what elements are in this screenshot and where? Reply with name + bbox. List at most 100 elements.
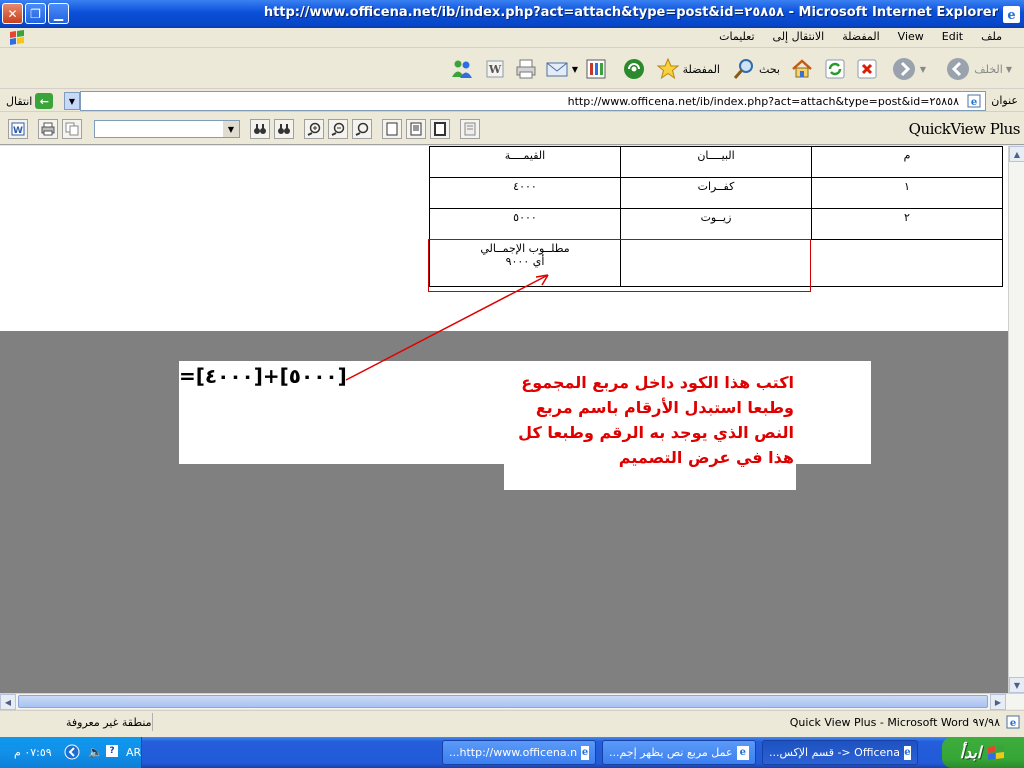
go-label: انتقال bbox=[6, 94, 33, 108]
binoculars-icon bbox=[254, 124, 266, 134]
home-icon bbox=[792, 59, 812, 78]
stop-icon bbox=[857, 59, 877, 79]
messenger-icon bbox=[452, 60, 472, 78]
menu-go[interactable]: الانتقال إلى bbox=[771, 30, 827, 43]
forward-button[interactable]: ▼ bbox=[891, 55, 926, 83]
menu-file[interactable]: ملف bbox=[979, 30, 1004, 43]
scroll-down-icon[interactable]: ▼ bbox=[1009, 677, 1024, 693]
copy-icon bbox=[65, 122, 79, 136]
go-button[interactable]: انتقال ← bbox=[6, 93, 54, 109]
zoom-out-icon bbox=[331, 122, 345, 136]
help-icon[interactable]: ? bbox=[106, 745, 118, 757]
zoom-out-button[interactable] bbox=[328, 119, 348, 139]
view-page-button[interactable] bbox=[406, 119, 426, 139]
menu-help[interactable]: تعليمات bbox=[717, 30, 756, 43]
font-select[interactable]: ▼ bbox=[94, 120, 240, 138]
task-item[interactable]: e http://www.officena.n... bbox=[442, 740, 596, 765]
zoom-fit-button[interactable] bbox=[352, 119, 372, 139]
start-label: ابدأ bbox=[959, 743, 982, 762]
ie-logo-icon: e bbox=[1003, 6, 1020, 23]
status-divider bbox=[152, 713, 153, 731]
go-arrow-icon: ← bbox=[35, 93, 54, 109]
minimize-button[interactable]: ▁ bbox=[48, 3, 69, 24]
back-button[interactable]: الخلف ▼ bbox=[945, 55, 1012, 83]
media-icon bbox=[624, 59, 644, 79]
history-icon bbox=[586, 59, 606, 79]
language-indicator[interactable]: AR bbox=[126, 746, 141, 759]
address-url: http://www.officena.net/ib/index.php?act… bbox=[567, 95, 959, 108]
address-dropdown[interactable]: ▼ bbox=[64, 92, 80, 110]
ie-task-icon: e bbox=[581, 745, 589, 760]
menu-view[interactable]: View bbox=[896, 30, 926, 43]
svg-text:e: e bbox=[1010, 718, 1016, 729]
maximize-button[interactable]: ❐ bbox=[25, 3, 46, 24]
qv-copy-button[interactable] bbox=[62, 119, 82, 139]
refresh-icon bbox=[825, 59, 845, 79]
page-full-icon bbox=[434, 122, 446, 136]
print-button[interactable] bbox=[514, 55, 538, 83]
view-fullpage-button[interactable] bbox=[430, 119, 450, 139]
page-status-icon: e bbox=[1006, 715, 1020, 729]
address-bar: عنوان e http://www.officena.net/ib/index… bbox=[0, 90, 1024, 112]
mail-button[interactable]: ▼ bbox=[545, 55, 578, 83]
page-layout-icon bbox=[410, 122, 422, 136]
clock: ٠٧:٥٩ م bbox=[14, 746, 52, 759]
vertical-scrollbar[interactable]: ▲ ▼ bbox=[1008, 146, 1024, 693]
address-input[interactable]: e http://www.officena.net/ib/index.php?a… bbox=[80, 91, 986, 111]
title-bar: ✕ ❐ ▁ http://www.officena.net/ib/index.p… bbox=[0, 0, 1024, 28]
task-label: عمل مربع نص يظهر إجم... bbox=[609, 746, 733, 759]
chevron-icon[interactable] bbox=[64, 744, 80, 760]
refresh-button[interactable] bbox=[824, 55, 846, 83]
task-item[interactable]: e عمل مربع نص يظهر إجم... bbox=[602, 740, 756, 765]
taskbar: ٠٧:٥٩ م 🔈 ? AR e http://www.officena.n..… bbox=[0, 737, 1024, 768]
svg-text:e: e bbox=[971, 97, 977, 108]
qv-print-button[interactable] bbox=[38, 119, 58, 139]
menu-bar: ملف Edit View المفضلة الانتقال إلى تعليم… bbox=[0, 28, 1024, 48]
open-word-button[interactable]: W bbox=[8, 119, 28, 139]
find-button[interactable] bbox=[250, 119, 270, 139]
zoom-fit-icon bbox=[355, 122, 369, 136]
horizontal-scrollbar[interactable]: ◀ ▶ bbox=[0, 693, 1024, 710]
menu-favorites[interactable]: المفضلة bbox=[840, 30, 881, 43]
system-tray: ٠٧:٥٩ م 🔈 ? AR bbox=[0, 737, 142, 768]
svg-text:W: W bbox=[488, 63, 502, 76]
page-icon: e bbox=[967, 94, 981, 108]
scroll-right-icon[interactable]: ▶ bbox=[990, 694, 1006, 710]
start-button[interactable]: ابدأ bbox=[942, 737, 1024, 768]
annotation-arrow bbox=[345, 274, 549, 381]
back-arrow-icon bbox=[947, 58, 970, 80]
close-button[interactable]: ✕ bbox=[2, 3, 23, 24]
binoculars-next-icon bbox=[278, 124, 290, 134]
menu-edit[interactable]: Edit bbox=[940, 30, 965, 43]
properties-icon bbox=[464, 122, 476, 136]
favorites-button[interactable]: المفضلة bbox=[656, 55, 720, 83]
messenger-button[interactable] bbox=[450, 55, 474, 83]
security-zone: منطقة غير معروفة bbox=[66, 716, 152, 729]
view-draft-button[interactable] bbox=[382, 119, 402, 139]
search-label: بحث bbox=[759, 62, 780, 76]
favorites-label: المفضلة bbox=[682, 62, 720, 76]
task-label: Officena <- قسم الإكس... bbox=[769, 746, 900, 759]
home-button[interactable] bbox=[790, 55, 814, 83]
edit-word-button[interactable]: W bbox=[484, 55, 506, 83]
media-button[interactable] bbox=[622, 55, 646, 83]
word-edit-icon: W bbox=[486, 60, 504, 78]
search-button[interactable]: بحث bbox=[732, 55, 780, 83]
favorites-star-icon bbox=[656, 57, 679, 80]
mail-icon bbox=[546, 62, 568, 77]
scroll-up-icon[interactable]: ▲ bbox=[1009, 146, 1024, 162]
scroll-left-icon[interactable]: ◀ bbox=[0, 694, 16, 710]
address-label: عنوان bbox=[991, 94, 1018, 107]
scroll-thumb[interactable] bbox=[18, 695, 988, 708]
document-viewport[interactable]: القيمــــة البيــــان م ٤٠٠٠ كفــرات ١ ٥… bbox=[0, 146, 1008, 693]
forward-arrow-icon bbox=[892, 58, 915, 80]
find-next-button[interactable] bbox=[274, 119, 294, 139]
stop-button[interactable] bbox=[856, 55, 878, 83]
quickview-title: QuickView Plus bbox=[908, 120, 1021, 138]
properties-button[interactable] bbox=[460, 119, 480, 139]
volume-icon[interactable]: 🔈 bbox=[88, 745, 103, 759]
zoom-in-button[interactable] bbox=[304, 119, 324, 139]
word-doc-icon: W bbox=[11, 122, 25, 136]
history-button[interactable] bbox=[584, 55, 608, 83]
task-item-active[interactable]: e Officena <- قسم الإكس... bbox=[762, 740, 918, 765]
